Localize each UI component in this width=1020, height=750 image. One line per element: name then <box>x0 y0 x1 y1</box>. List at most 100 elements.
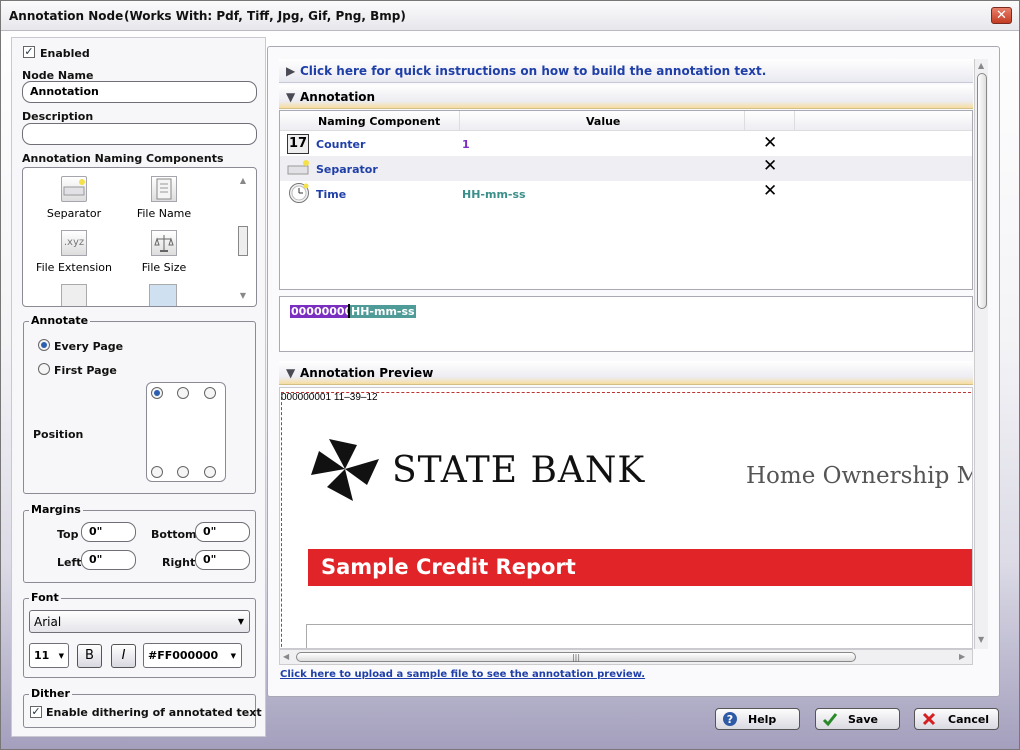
position-top-center[interactable] <box>177 387 189 399</box>
delete-row-icon[interactable]: ✕ <box>763 156 777 176</box>
annotation-section-header[interactable]: ▼ Annotation <box>279 85 973 109</box>
position-label: Position <box>33 428 84 441</box>
components-scrollbar[interactable]: ▲ ▼ <box>236 176 250 300</box>
top-margin-input[interactable]: 0" <box>81 522 136 542</box>
cancel-button[interactable]: Cancel <box>914 708 999 730</box>
right-panel-vscrollbar[interactable]: ▲ ▼ <box>974 59 988 649</box>
description-label: Description <box>22 110 94 123</box>
preview-section-header[interactable]: ▼ Annotation Preview <box>279 361 973 385</box>
title-bar: Annotation Node (Works With: Pdf, Tiff, … <box>1 1 1019 31</box>
component-label: Separator <box>46 207 102 220</box>
left-margin-label: Left <box>57 556 82 569</box>
scroll-up-icon[interactable]: ▲ <box>236 176 250 185</box>
preview-hscrollbar[interactable]: ◀ ||| ▶ <box>279 649 973 665</box>
position-bottom-right[interactable] <box>204 466 216 478</box>
bold-button[interactable]: B <box>77 644 102 668</box>
row-value: HH-mm-ss <box>462 188 526 201</box>
bank-tagline: Home Ownership M <box>746 463 973 489</box>
italic-button[interactable]: I <box>111 644 136 668</box>
close-icon: ✕ <box>996 8 1007 23</box>
column-divider <box>459 111 460 131</box>
table-row[interactable]: Time HH-mm-ss ✕ <box>280 181 972 206</box>
enabled-checkbox[interactable]: ✓ <box>23 46 35 58</box>
close-button[interactable]: ✕ <box>991 7 1012 24</box>
scroll-left-icon[interactable]: ◀ <box>283 652 289 661</box>
position-bottom-center[interactable] <box>177 466 189 478</box>
scroll-down-icon[interactable]: ▼ <box>978 635 984 644</box>
scroll-thumb[interactable] <box>238 226 248 256</box>
description-input[interactable] <box>22 123 257 145</box>
row-component-name: Time <box>316 188 347 201</box>
font-color-select[interactable]: #FF000000 ▼ <box>143 643 242 668</box>
font-family-select[interactable]: Arial ▼ <box>29 610 250 633</box>
position-top-right[interactable] <box>204 387 216 399</box>
cancel-x-icon <box>921 711 937 727</box>
top-margin-label: Top <box>57 528 79 541</box>
component-file-extension[interactable]: .xyz File Extension <box>29 230 119 274</box>
bank-name: STATE BANK <box>392 450 646 491</box>
scroll-up-icon[interactable]: ▲ <box>978 61 984 70</box>
help-label: Help <box>748 713 777 726</box>
instructions-header[interactable]: ▶ Click here for quick instructions on h… <box>279 59 973 83</box>
left-margin-input[interactable]: 0" <box>81 550 136 570</box>
collapse-arrow-icon: ▼ <box>286 366 296 380</box>
column-divider <box>794 111 795 131</box>
window-subtitle: (Works With: Pdf, Tiff, Jpg, Gif, Png, B… <box>124 9 406 23</box>
table-row[interactable]: 17 Counter 1 ✕ <box>280 132 972 156</box>
position-top-left[interactable] <box>151 387 163 399</box>
file-extension-icon: .xyz <box>61 230 87 256</box>
table-row[interactable]: Separator ✕ <box>280 156 972 181</box>
right-margin-input[interactable]: 0" <box>195 550 250 570</box>
dither-checkbox[interactable]: ✓ <box>30 706 42 718</box>
save-button[interactable]: Save <box>815 708 900 730</box>
collapse-arrow-icon: ▼ <box>286 90 296 104</box>
preview-section-title: Annotation Preview <box>300 366 434 380</box>
margins-group: Margins <box>23 503 256 583</box>
component-file-name[interactable]: File Name <box>119 176 209 220</box>
right-margin-label: Right <box>162 556 196 569</box>
help-button[interactable]: ? Help <box>715 708 800 730</box>
delete-row-icon[interactable]: ✕ <box>763 133 777 153</box>
component-label: File Size <box>141 261 187 274</box>
enabled-label: Enabled <box>40 47 90 60</box>
components-label: Annotation Naming Components <box>22 152 224 165</box>
clock-icon <box>288 182 310 204</box>
every-page-radio[interactable] <box>38 339 50 351</box>
first-page-radio[interactable] <box>38 363 50 375</box>
scroll-down-icon[interactable]: ▼ <box>236 291 250 300</box>
delete-row-icon[interactable]: ✕ <box>763 181 777 201</box>
font-color-value: #FF000000 <box>148 649 219 662</box>
expand-arrow-icon: ▶ <box>286 64 296 78</box>
scroll-thumb[interactable]: ||| <box>296 652 856 662</box>
time-token[interactable]: HH-mm-ss <box>350 305 416 318</box>
row-value: 1 <box>462 138 470 151</box>
bottom-margin-input[interactable]: 0" <box>195 522 250 542</box>
scroll-thumb[interactable] <box>977 73 987 309</box>
chevron-down-icon: ▼ <box>230 652 236 660</box>
svg-text:?: ? <box>727 713 733 726</box>
chevron-down-icon: ▼ <box>58 652 64 660</box>
preview-page-border <box>281 392 972 648</box>
annotation-text-editor[interactable]: 000000001 HH-mm-ss <box>279 296 973 352</box>
chevron-down-icon: ▼ <box>237 617 244 626</box>
partial-image-icon <box>149 284 177 306</box>
save-label: Save <box>848 713 878 726</box>
component-separator[interactable]: Separator <box>29 176 119 220</box>
position-bottom-left[interactable] <box>151 466 163 478</box>
components-list: Separator File Name .xyz File Extension … <box>22 167 257 307</box>
separator-icon <box>61 176 87 202</box>
component-label: File Extension <box>36 261 112 274</box>
scale-icon <box>151 230 177 256</box>
row-component-name: Separator <box>316 163 378 176</box>
position-picker <box>146 382 226 482</box>
upload-sample-link[interactable]: Click here to upload a sample file to se… <box>280 669 645 680</box>
instructions-link[interactable]: Click here for quick instructions on how… <box>300 64 766 78</box>
scroll-right-icon[interactable]: ▶ <box>959 652 965 661</box>
component-file-size[interactable]: File Size <box>119 230 209 274</box>
node-name-input[interactable]: Annotation <box>22 81 257 103</box>
font-size-select[interactable]: 11 ▼ <box>29 643 69 668</box>
bank-logo <box>309 435 381 503</box>
separator-icon <box>287 160 309 176</box>
preview-area: 000000001 11–39–12 STATE BANK Home Owner… <box>279 387 973 649</box>
first-page-label: First Page <box>54 364 117 377</box>
